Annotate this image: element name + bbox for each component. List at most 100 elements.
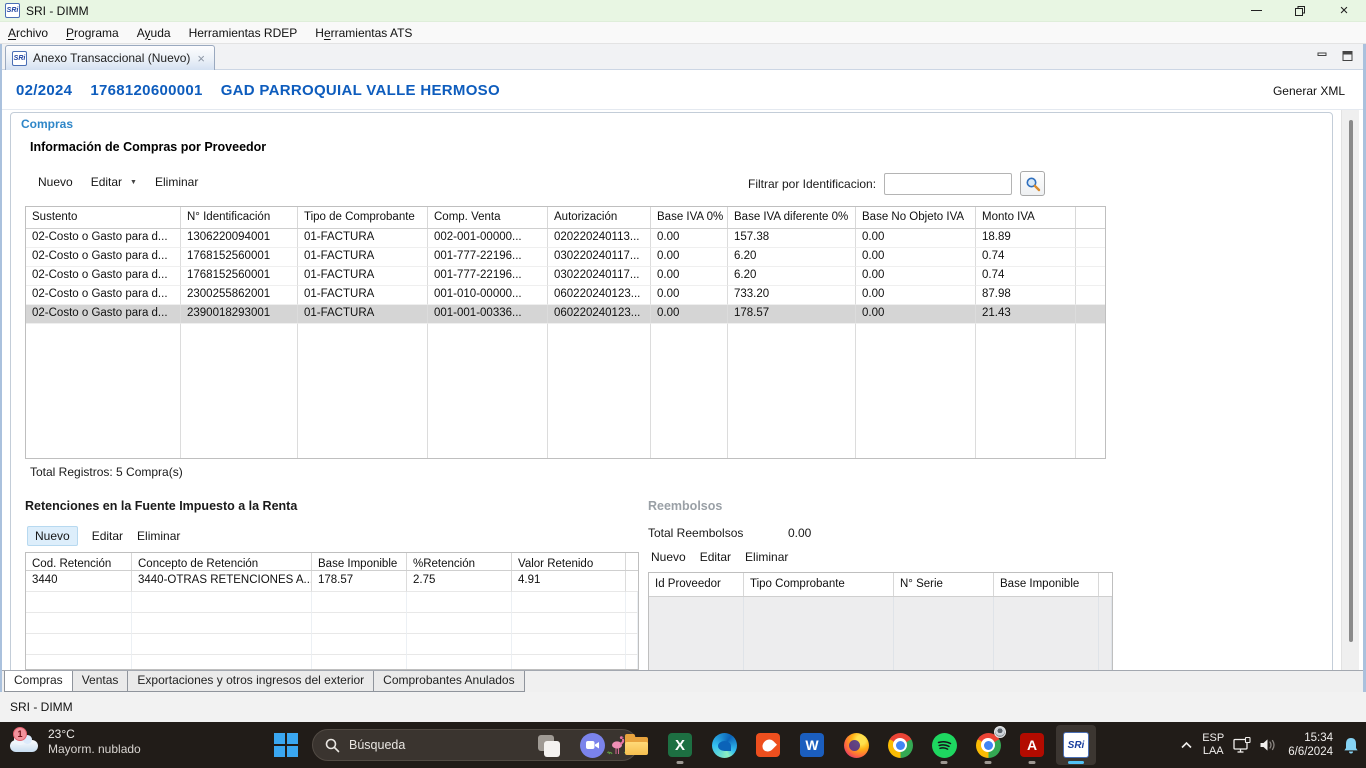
column-header[interactable]: Comp. Venta <box>428 207 548 228</box>
bottom-tab-comprobantes-anulados[interactable]: Comprobantes Anulados <box>373 671 524 692</box>
table-cell <box>994 597 1099 670</box>
table-row[interactable]: 02-Costo o Gasto para d...13062200940010… <box>26 229 1105 248</box>
reembolsos-nuevo-button[interactable]: Nuevo <box>651 550 686 564</box>
table-row[interactable]: 02-Costo o Gasto para d...17681525600010… <box>26 267 1105 286</box>
column-header[interactable]: Autorización <box>548 207 651 228</box>
restore-icon <box>1294 5 1306 17</box>
table-cell <box>626 592 638 613</box>
retenciones-nuevo-button[interactable]: Nuevo <box>27 526 78 546</box>
menu-ayuda[interactable]: Ayuda <box>137 26 171 40</box>
compras-nuevo-button[interactable]: Nuevo <box>38 175 73 189</box>
bottom-tab-ventas[interactable]: Ventas <box>72 671 129 692</box>
word-button[interactable]: W <box>792 725 832 765</box>
compras-editar-button[interactable]: Editar <box>91 175 122 189</box>
weather-condition: Mayorm. nublado <box>48 742 141 757</box>
edge-icon <box>712 733 737 758</box>
nitro-pdf-button[interactable] <box>748 725 788 765</box>
column-header[interactable]: Sustento <box>26 207 181 228</box>
generar-xml-button[interactable]: Generar XML <box>1273 84 1345 98</box>
filter-input[interactable] <box>884 173 1012 195</box>
reembolsos-table[interactable]: Id ProveedorTipo ComprobanteN° SerieBase… <box>648 572 1113 670</box>
column-header[interactable]: Valor Retenido <box>512 553 626 570</box>
compras-group: Compras Información de Compras por Prove… <box>10 112 1333 670</box>
minimize-button[interactable] <box>1234 0 1278 21</box>
retenciones-eliminar-button[interactable]: Eliminar <box>137 529 180 543</box>
edge-button[interactable] <box>704 725 744 765</box>
table-cell: 0.00 <box>651 286 728 305</box>
retenciones-table[interactable]: Cod. RetenciónConcepto de RetenciónBase … <box>25 552 639 670</box>
bottom-tab-compras[interactable]: Compras <box>4 671 73 692</box>
column-header[interactable]: Id Proveedor <box>649 573 744 596</box>
column-header[interactable]: Base IVA diferente 0% <box>728 207 856 228</box>
task-view-button[interactable] <box>528 725 568 765</box>
table-cell: 178.57 <box>312 571 407 592</box>
system-tray: ESP LAA 15:34 6/6/2024 <box>1180 722 1360 768</box>
reembolsos-editar-button[interactable]: Editar <box>700 550 731 564</box>
clock[interactable]: 15:34 6/6/2024 <box>1288 731 1333 760</box>
chrome-profile-button[interactable] <box>968 725 1008 765</box>
language-line2: LAA <box>1203 745 1224 758</box>
notification-bell-icon[interactable] <box>1342 736 1360 755</box>
menu-archivo[interactable]: Archivo <box>8 26 48 40</box>
tab-anexo-transaccional[interactable]: SRi Anexo Transaccional (Nuevo) × <box>5 45 215 70</box>
view-maximize-button[interactable] <box>1341 49 1355 63</box>
view-scrollbar[interactable] <box>1341 110 1359 670</box>
close-button[interactable]: × <box>1322 0 1366 21</box>
column-header[interactable]: Tipo Comprobante <box>744 573 894 596</box>
table-cell <box>298 324 428 458</box>
column-header[interactable]: Concepto de Retención <box>132 553 312 570</box>
sri-icon: SRi <box>1063 732 1089 758</box>
column-header[interactable] <box>1099 573 1112 596</box>
table-cell: 18.89 <box>976 229 1076 248</box>
excel-button[interactable]: X <box>660 725 700 765</box>
restore-button[interactable] <box>1278 0 1322 21</box>
chat-button[interactable] <box>572 725 612 765</box>
spotify-button[interactable] <box>924 725 964 765</box>
chrome-button[interactable] <box>880 725 920 765</box>
compras-eliminar-button[interactable]: Eliminar <box>155 175 198 189</box>
column-header[interactable]: Tipo de Comprobante <box>298 207 428 228</box>
reembolsos-eliminar-button[interactable]: Eliminar <box>745 550 788 564</box>
column-header[interactable]: Monto IVA <box>976 207 1076 228</box>
firefox-button[interactable] <box>836 725 876 765</box>
table-cell: 002-001-00000... <box>428 229 548 248</box>
compras-table[interactable]: SustentoN° IdentificaciónTipo de Comprob… <box>25 206 1106 459</box>
column-header[interactable]: N° Serie <box>894 573 994 596</box>
table-row[interactable]: 02-Costo o Gasto para d...23002558620010… <box>26 286 1105 305</box>
column-header[interactable]: Base Imponible <box>312 553 407 570</box>
language-indicator[interactable]: ESP LAA <box>1202 732 1224 758</box>
menu-herramientas-ats[interactable]: Herramientas ATS <box>315 26 412 40</box>
taskbar: 1 23°C Mayorm. nublado Búsqueda <box>0 722 1366 768</box>
tray-overflow-button[interactable] <box>1180 741 1193 749</box>
sri-dimm-button[interactable]: SRi <box>1056 725 1096 765</box>
bottom-tab-exportaciones[interactable]: Exportaciones y otros ingresos del exter… <box>127 671 374 692</box>
search-button[interactable] <box>1020 171 1045 196</box>
view-scrollbar-thumb[interactable] <box>1349 120 1353 642</box>
close-icon: × <box>1340 3 1349 18</box>
retenciones-editar-button[interactable]: Editar <box>92 529 123 543</box>
menu-herramientas-rdep[interactable]: Herramientas RDEP <box>189 26 298 40</box>
table-cell <box>132 592 312 613</box>
table-row[interactable]: 02-Costo o Gasto para d...23900182930010… <box>26 305 1105 324</box>
column-header[interactable]: Base IVA 0% <box>651 207 728 228</box>
column-header[interactable]: Base No Objeto IVA <box>856 207 976 228</box>
editar-dropdown-icon[interactable]: ▼ <box>130 179 137 186</box>
column-header[interactable]: %Retención <box>407 553 512 570</box>
table-row[interactable]: 02-Costo o Gasto para d...17681525600010… <box>26 248 1105 267</box>
tray-status-icons[interactable] <box>1233 737 1279 754</box>
weather-widget[interactable]: 1 23°C Mayorm. nublado <box>10 727 141 757</box>
view-minimize-button[interactable] <box>1315 49 1329 63</box>
column-header[interactable]: N° Identificación <box>181 207 298 228</box>
tab-close-icon[interactable]: × <box>196 52 206 65</box>
table-empty-area <box>26 324 1105 458</box>
column-header[interactable] <box>626 553 638 570</box>
start-button[interactable] <box>268 729 304 761</box>
acrobat-button[interactable]: A <box>1012 725 1052 765</box>
file-explorer-button[interactable] <box>616 725 656 765</box>
menu-programa[interactable]: Programa <box>66 26 119 40</box>
column-header[interactable] <box>1076 207 1105 228</box>
column-header[interactable]: Base Imponible <box>994 573 1099 596</box>
column-header[interactable]: Cod. Retención <box>26 553 132 570</box>
table-cell <box>976 324 1076 458</box>
table-row[interactable]: 34403440-OTRAS RETENCIONES A...178.572.7… <box>26 571 638 592</box>
